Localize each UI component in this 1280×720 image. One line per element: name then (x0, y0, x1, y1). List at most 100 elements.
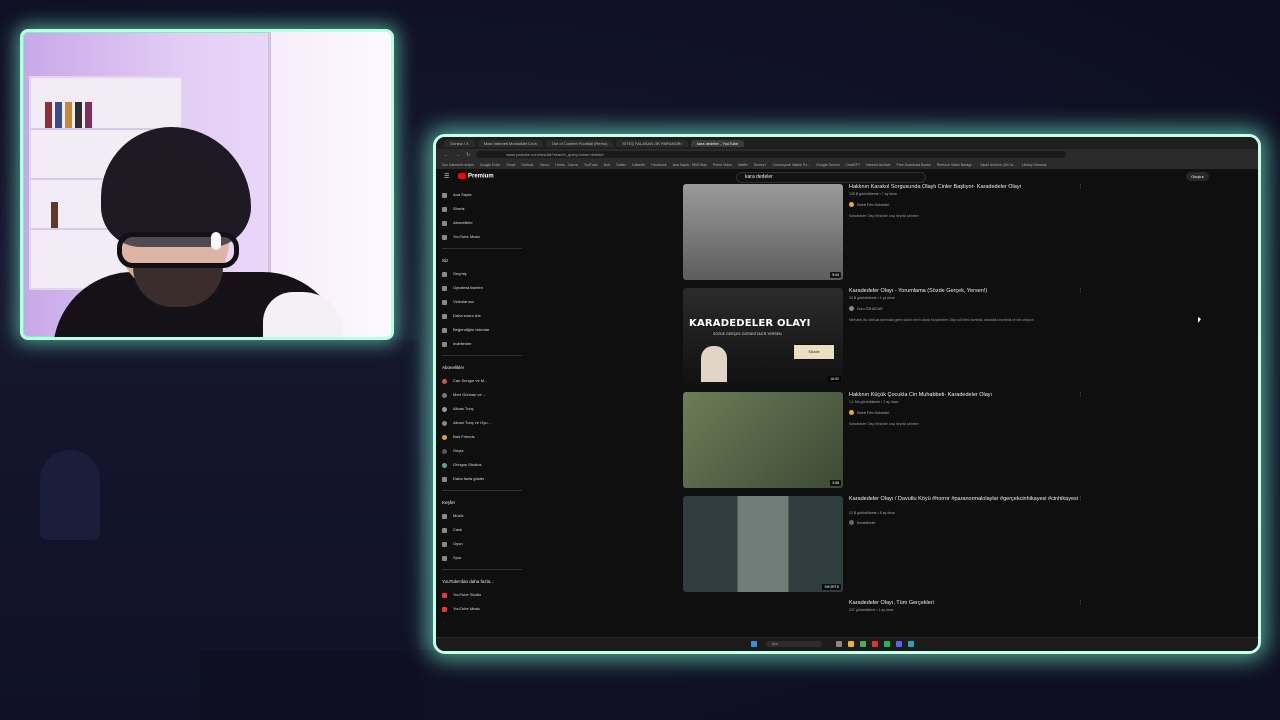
taskbar-search[interactable]: Ara (766, 641, 822, 647)
task-view-icon[interactable] (836, 641, 842, 647)
bookmark[interactable]: YouTube (584, 163, 598, 167)
sidebar-heading-you[interactable]: Siz (442, 255, 522, 267)
video-thumbnail[interactable]: SHORTS (683, 496, 843, 592)
more-options-icon[interactable]: ⋮ (1078, 288, 1083, 294)
sidebar-item-live[interactable]: Canlı (442, 523, 522, 537)
video-thumbnail[interactable]: 5:44 (683, 184, 843, 280)
sidebar-item-history[interactable]: Geçmiş (442, 267, 522, 281)
browser-tab[interactable]: SİTEŞ FALASAN OK PARANORı (616, 139, 688, 147)
browser-tab[interactable]: Most Interneti Motosiklet Croh (477, 139, 543, 147)
browser-tab[interactable]: Out of Context Football (Remo) (545, 139, 614, 147)
browser-tab[interactable]: Gnnew / X (444, 139, 475, 147)
channel-link[interactable]: Korantheart (849, 520, 875, 525)
bookmark[interactable]: Yahoo (539, 163, 549, 167)
sidebar-item-studio[interactable]: YouTube Studio (442, 588, 522, 602)
address-bar[interactable]: www.youtube.com/results?search_query=kar… (476, 151, 1067, 158)
sidebar-item-music[interactable]: YouTube Music (442, 230, 522, 244)
channel-link[interactable]: Ebedi Film Sahneleri (849, 410, 889, 415)
bookmark[interactable]: Remove Video Backgr... (937, 163, 974, 167)
bookmark[interactable]: Google Gemini (816, 163, 839, 167)
sidebar-item-channel[interactable]: Gringus Studios (442, 458, 522, 472)
music-note-icon (442, 513, 447, 519)
more-options-icon[interactable]: ⋮ (1078, 600, 1083, 606)
sidebar-item-channel[interactable]: Bad Friends (442, 430, 522, 444)
bookmark[interactable]: Gmail (506, 163, 515, 167)
forward-icon[interactable]: → (455, 152, 460, 158)
sidebar-heading-subscriptions[interactable]: Abonelikler (442, 362, 522, 374)
sidebar-item-home[interactable]: Ana Sayfa (442, 188, 522, 202)
bookmark[interactable]: ChatGPT (846, 163, 861, 167)
sidebar-item-gaming[interactable]: Oyun (442, 537, 522, 551)
bookmark[interactable]: Outlook (521, 163, 533, 167)
bookmark[interactable]: Bolt (604, 163, 610, 167)
sidebar-item-channel[interactable]: Geçia (442, 444, 522, 458)
bookmark[interactable]: Internet Archive (866, 163, 890, 167)
sidebar-item-liked[interactable]: Beğendiğim videolar (442, 323, 522, 337)
video-result[interactable]: KARADEDELER OLAYI SÖZDE GERÇEK GÖRÜNTÜLE… (683, 288, 1083, 392)
bookmark[interactable]: Disney+ (754, 163, 767, 167)
bookmark[interactable]: Facebook (651, 163, 666, 167)
sidebar-item-yt-music[interactable]: YouTube Music (442, 602, 522, 616)
sidebar-item-subscriptions[interactable]: Abonelikler (442, 216, 522, 230)
video-meta: 135 B görüntüleme • 7 ay önce (849, 192, 897, 196)
video-title[interactable]: Karadedeler Olayı / Davutlu Köyü #horror… (849, 496, 1079, 502)
channel-link[interactable]: Ebedi Film Sahneleri (849, 202, 889, 207)
app-icon[interactable] (908, 641, 914, 647)
divider (442, 248, 522, 249)
menu-icon[interactable]: ☰ (444, 173, 449, 180)
video-result[interactable]: Karadedeler Olayı, Tüm Gerçekleri 237 gö… (683, 600, 1083, 620)
bookmark[interactable]: Home - Canva (555, 163, 578, 167)
sidebar-item-downloads[interactable]: İndirilenler (442, 337, 522, 351)
bookmark[interactable]: Sıcı Internet'e erişim (442, 163, 474, 167)
video-title[interactable]: Haklının Küçük Çocukla Cin Muhabbeti- Ka… (849, 392, 1079, 398)
sidebar-item-your-videos[interactable]: Videolarınız (442, 295, 522, 309)
reload-icon[interactable]: ↻ (466, 152, 470, 158)
sidebar-item-channel[interactable]: Alican Tunç ve Oyu... (442, 416, 522, 430)
channel-name: Korantheart (857, 520, 876, 525)
browser-tab-active[interactable]: kara dedeler - YouTube (690, 139, 745, 147)
sidebar-item-channel[interactable]: Can Sungur ve M... (442, 374, 522, 388)
duration-badge: 16:52 (828, 376, 841, 382)
sidebar-item-shorts[interactable]: Shorts (442, 202, 522, 216)
chrome-icon[interactable] (860, 641, 866, 647)
spotify-icon[interactable] (884, 641, 890, 647)
video-title[interactable]: Karadedeler Olayı - Yorumlama (Sözde Ger… (849, 288, 1079, 294)
bookmark[interactable]: Library Genesis (1022, 163, 1047, 167)
more-options-icon[interactable]: ⋮ (1078, 184, 1083, 190)
bookmark[interactable]: Free Download Books (896, 163, 930, 167)
video-title[interactable]: Haklının Karakol Sorgusunda Olaylı Cinle… (849, 184, 1079, 190)
video-thumbnail[interactable]: 3:58 (683, 392, 843, 488)
video-title[interactable]: Karadedeler Olayı, Tüm Gerçekleri (849, 600, 1079, 606)
bookmark[interactable]: Google Drive (480, 163, 500, 167)
video-result[interactable]: 5:44 Haklının Karakol Sorgusunda Olaylı … (683, 184, 1083, 288)
windows-start-icon[interactable] (751, 641, 757, 647)
channel-link[interactable]: Doru ÖZHACAR (849, 306, 883, 311)
sidebar-item-watch-later[interactable]: Daha sonra izle (442, 309, 522, 323)
more-options-icon[interactable]: ⋮ (1078, 496, 1083, 502)
create-button[interactable]: Oluştur (1186, 172, 1209, 181)
bookmark[interactable]: Prime Video (713, 163, 732, 167)
app-icon[interactable] (872, 641, 878, 647)
more-options-icon[interactable]: ⋮ (1078, 392, 1083, 398)
back-icon[interactable]: ← (444, 152, 449, 158)
sidebar-item-playlists[interactable]: Oynatma listeleri (442, 281, 522, 295)
bookmark[interactable]: Netflix (738, 163, 748, 167)
sidebar-item-sports[interactable]: Spor (442, 551, 522, 565)
bookmark[interactable]: Crunchyroll: Watch Po... (773, 163, 811, 167)
youtube-logo[interactable]: Premium (458, 173, 494, 180)
search-input[interactable]: kara dedeler (736, 172, 926, 183)
show-more-button[interactable]: Daha fazla göster (442, 472, 522, 486)
sidebar-item-channel[interactable]: Mert Günhan ve ... (442, 388, 522, 402)
sidebar-item-music-explore[interactable]: Müzik (442, 509, 522, 523)
video-result[interactable]: SHORTS Karadedeler Olayı / Davutlu Köyü … (683, 496, 1083, 600)
sidebar-item-channel[interactable]: Alican Tunç (442, 402, 522, 416)
discord-icon[interactable] (896, 641, 902, 647)
file-explorer-icon[interactable] (848, 641, 854, 647)
bookmark[interactable]: Twitter (616, 163, 626, 167)
bookmark[interactable]: LinkedIn (632, 163, 645, 167)
video-result[interactable]: 3:58 Haklının Küçük Çocukla Cin Muhabbet… (683, 392, 1083, 496)
bookmark[interactable]: Ana Sayfa - HBO Max (673, 163, 707, 167)
book (55, 102, 62, 128)
bookmark[interactable]: Akoril Archive (All Ca... (980, 163, 1016, 167)
video-thumbnail[interactable]: KARADEDELER OLAYI SÖZDE GERÇEK GÖRÜNTÜLE… (683, 288, 843, 384)
